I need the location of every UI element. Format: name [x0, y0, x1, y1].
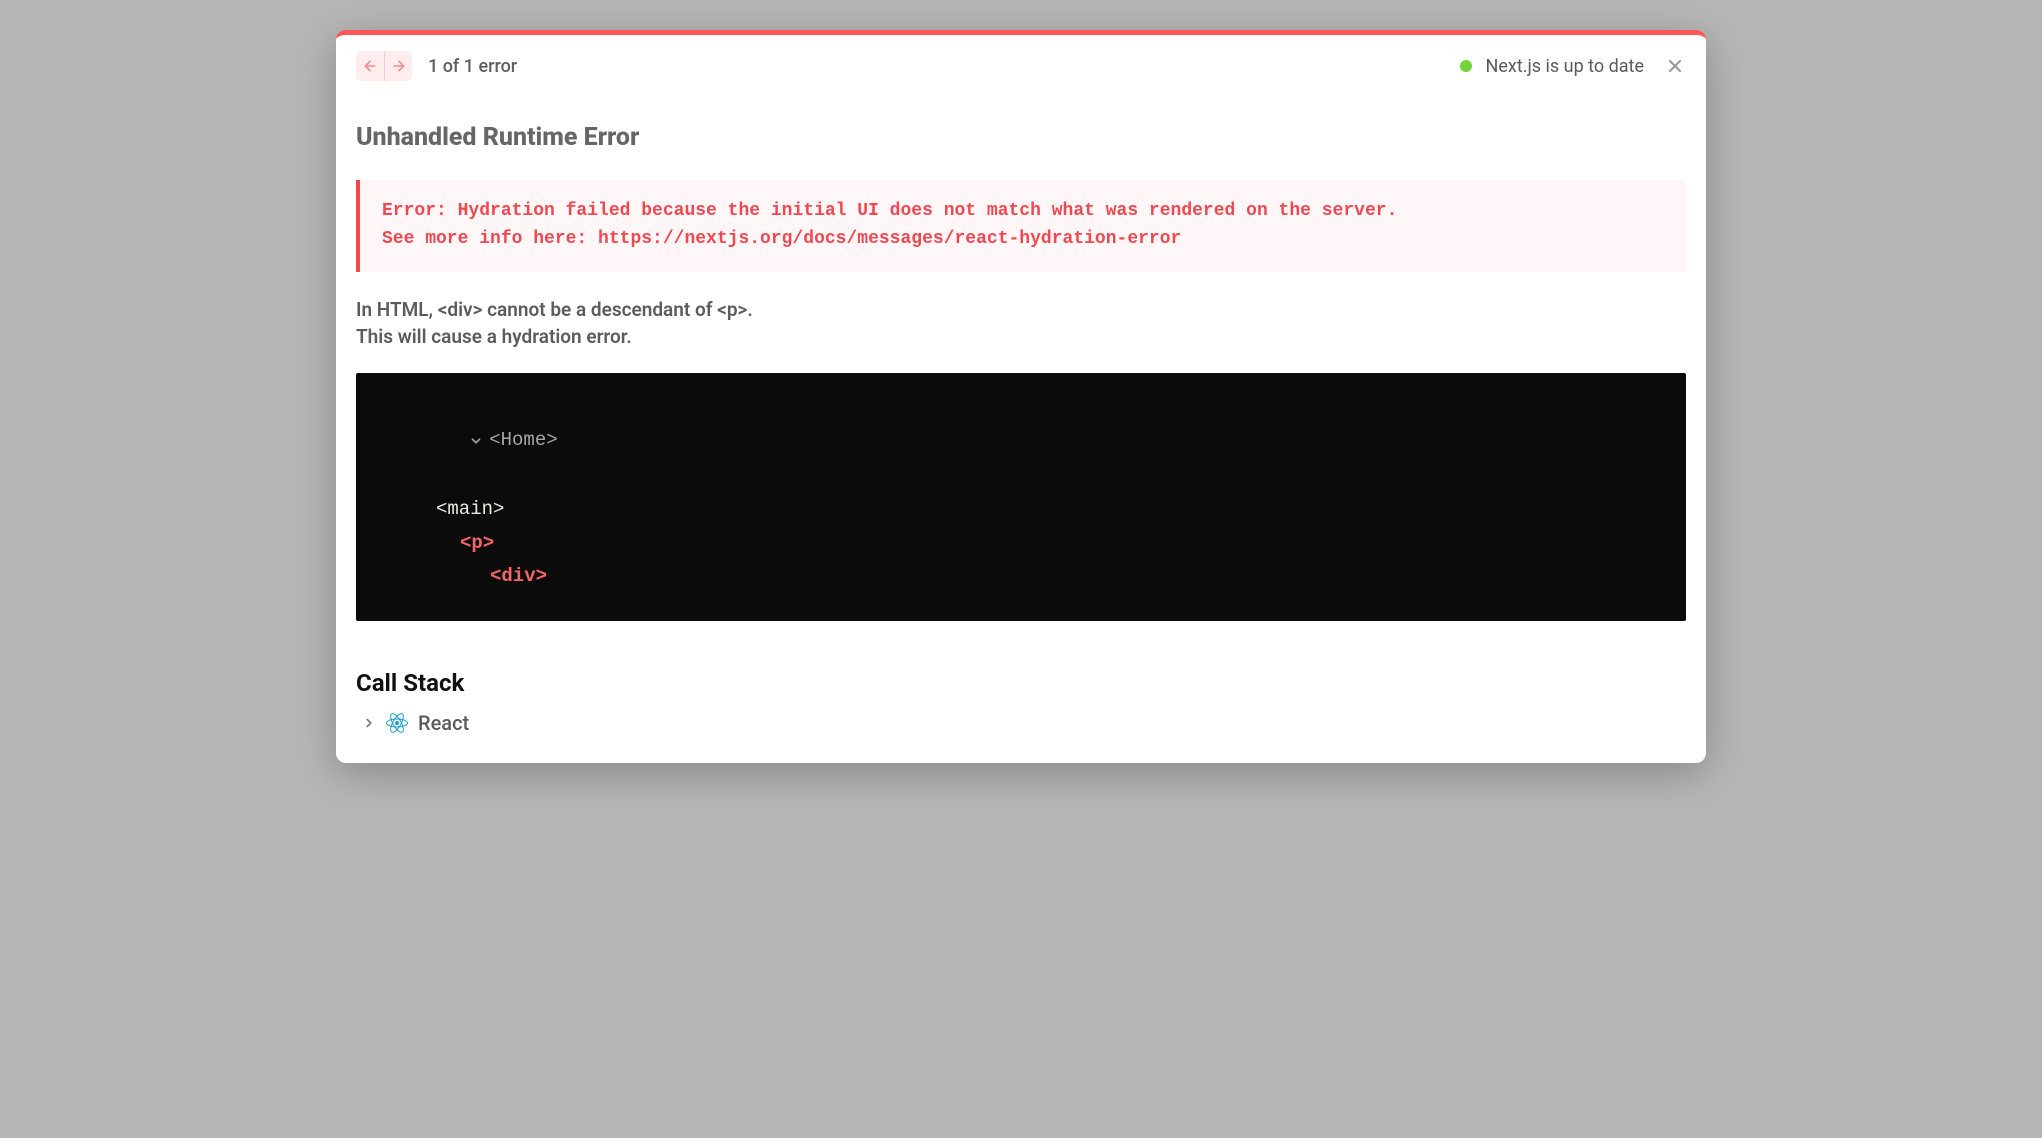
error-message-box: Error: Hydration failed because the init…	[356, 180, 1686, 272]
dialog-header: 1 of 1 error Next.js is up to date	[336, 35, 1706, 93]
tree-node-home: <Home>	[489, 424, 557, 457]
chevron-down-icon	[469, 434, 483, 448]
error-title: Unhandled Runtime Error	[356, 123, 1686, 152]
status-dot-icon	[1460, 60, 1472, 72]
callstack-item[interactable]: React	[356, 711, 1686, 735]
error-nav-buttons	[356, 51, 412, 81]
dialog-content: Unhandled Runtime Error Error: Hydration…	[336, 93, 1706, 763]
header-right: Next.js is up to date	[1460, 55, 1686, 77]
error-explanation: In HTML, <div> cannot be a descendant of…	[356, 296, 1686, 351]
error-counter: 1 of 1 error	[428, 56, 517, 77]
build-status-text: Next.js is up to date	[1486, 56, 1644, 77]
close-icon	[1665, 56, 1685, 76]
arrow-left-icon	[362, 58, 378, 74]
component-tree-code: <Home> <main> <p> <div>	[356, 373, 1686, 621]
react-logo-icon	[386, 712, 408, 734]
tree-node-div: <div>	[490, 565, 547, 587]
header-left: 1 of 1 error	[356, 51, 517, 81]
arrow-right-icon	[391, 58, 407, 74]
tree-node-p: <p>	[460, 532, 494, 554]
tree-root-row[interactable]: <Home>	[378, 391, 1664, 493]
close-button[interactable]	[1664, 55, 1686, 77]
callstack-heading: Call Stack	[356, 669, 1686, 697]
callstack-item-label: React	[418, 711, 469, 735]
next-error-button[interactable]	[384, 51, 412, 81]
prev-error-button[interactable]	[356, 51, 384, 81]
error-overlay-dialog: 1 of 1 error Next.js is up to date Unhan…	[336, 30, 1706, 763]
chevron-right-icon	[362, 716, 376, 730]
tree-node-main: <main>	[436, 498, 504, 520]
